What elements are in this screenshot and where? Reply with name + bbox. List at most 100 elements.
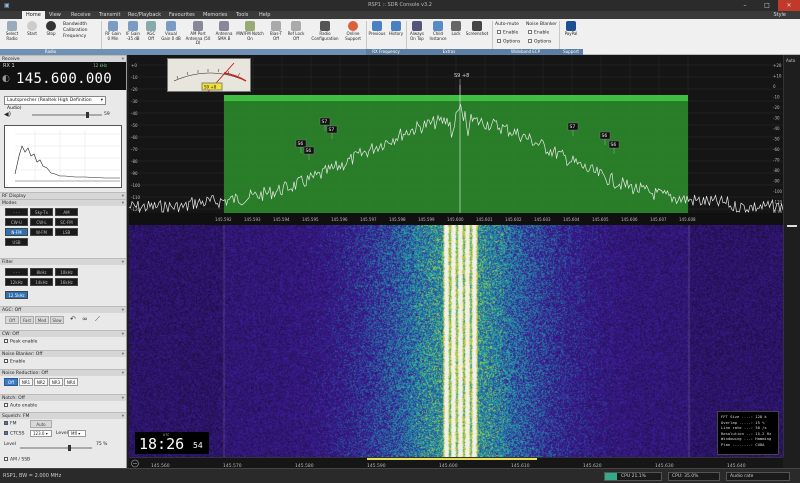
visible-range-indicator[interactable] (367, 458, 537, 460)
mode-n-fm[interactable]: N-FM (5, 228, 28, 236)
auto-mute-enable[interactable]: Enable (497, 30, 518, 36)
modes-header[interactable]: Modes ▾ (0, 199, 126, 206)
ctcss-checkbox[interactable]: CTCSS (4, 431, 24, 437)
lock-button[interactable]: Lock (450, 21, 462, 37)
history-button[interactable]: History (387, 21, 405, 37)
mode-usb[interactable]: USB (5, 238, 28, 246)
squelch-level-handle[interactable] (68, 445, 71, 451)
filter-header[interactable]: Filter ▾ (0, 258, 126, 265)
cw-header[interactable]: CW: Off ▾ (0, 330, 126, 337)
child-instance-button[interactable]: Child Instance (428, 21, 448, 41)
menu-view[interactable]: View (49, 12, 61, 18)
menu-tools[interactable]: Tools (236, 12, 248, 18)
menu-receive[interactable]: Receive (71, 12, 91, 18)
screenshot-button[interactable]: Screenshot (463, 21, 491, 37)
squelch-auto-button[interactable]: Auto (30, 420, 52, 428)
select-radio-button[interactable]: Select Radio (3, 21, 21, 41)
am-port-button[interactable]: AM Port Antenna (50 Ω) (184, 21, 212, 46)
receive-header[interactable]: Receive ▾ (0, 55, 126, 62)
auto-mute-options[interactable]: Options (497, 39, 520, 45)
undo-icon[interactable]: ↶ (70, 315, 76, 323)
stop-button[interactable]: Stop (43, 21, 59, 37)
auto-scale-label[interactable]: Auto (786, 58, 795, 63)
noise-blanker-options[interactable]: Options (528, 39, 551, 45)
mw-fm-notch-button[interactable]: MW/FM Notch On (235, 21, 265, 41)
noise-blanker-header[interactable]: Noise Blanker: Off ▾ (0, 350, 126, 357)
nr3-button[interactable]: NR3 (49, 378, 63, 386)
filter-12-5khz[interactable]: 12.5kHz (5, 291, 28, 299)
mode-w-fm[interactable]: W-FM (30, 228, 53, 236)
mode-lsb[interactable]: LSB (55, 228, 78, 236)
menu-home[interactable]: Home (22, 11, 45, 19)
waterfall-freq-axis[interactable]: 145.560 145.570 145.580 145.590 145.600 145.6… (129, 457, 783, 469)
squelch-fm-checkbox[interactable]: FM (4, 421, 16, 427)
ctcss-level-select[interactable]: Mfl ▾ (68, 430, 86, 437)
agc-slow-button[interactable]: Slow (50, 316, 64, 324)
waterfall-display[interactable]: UTC 18:26 54 FFT Size ....: 128 k Overla… (129, 225, 783, 457)
online-support-button[interactable]: Online Support (342, 21, 364, 41)
agc-fast-button[interactable]: Fast (20, 316, 34, 324)
filter-8khz[interactable]: 8kHz (30, 268, 53, 276)
menu-help[interactable]: Help (259, 12, 270, 18)
amssb-checkbox[interactable]: AM / SSB (4, 457, 30, 463)
nr1-button[interactable]: NR1 (19, 378, 33, 386)
agc-med-button[interactable]: Med (35, 316, 49, 324)
audio-device-select[interactable]: Lautsprecher (Realtek High Definition Au… (4, 96, 106, 111)
filter-14khz[interactable]: 14kHz (30, 278, 53, 286)
tune-knob-icon[interactable]: ◐ (2, 74, 10, 84)
paypal-button[interactable]: PayPal (561, 21, 581, 37)
notch-auto-checkbox[interactable]: Auto enable (4, 403, 37, 409)
mode-cw-l[interactable]: CW-L (30, 218, 53, 226)
link-icon[interactable]: ∞ (82, 315, 88, 323)
waterfall-canvas[interactable] (129, 225, 783, 457)
mode-sky-tx[interactable]: Sky-Tx (30, 208, 53, 216)
agc-header[interactable]: AGC: Off ▾ (0, 306, 126, 313)
split-handle[interactable] (787, 225, 797, 227)
antenna-button[interactable]: Antenna SMA B (214, 21, 234, 41)
always-on-top-button[interactable]: Always On Top (408, 21, 426, 41)
if-gain-button[interactable]: IF Gain -35 dB (124, 21, 142, 41)
frequency-button[interactable]: Frequency (63, 34, 87, 40)
style-menu[interactable]: Style (773, 12, 786, 18)
nb-enable-checkbox[interactable]: Enable (4, 359, 25, 365)
noise-reduction-header[interactable]: Noise Reduction: Off ▾ (0, 369, 126, 376)
nr2-button[interactable]: NR2 (34, 378, 48, 386)
noise-blanker-enable[interactable]: Enable (528, 30, 549, 36)
cw-peak-checkbox[interactable]: Peak enable (4, 339, 37, 345)
volume-slider[interactable] (32, 112, 102, 118)
frequency-display[interactable]: RX 1 12 kHz ◐ 145.600.000 (0, 62, 126, 90)
bias-t-button[interactable]: Bias-T Off (268, 21, 284, 41)
menu-favourites[interactable]: Favourites (169, 12, 195, 18)
previous-button[interactable]: Previous (368, 21, 386, 37)
ref-lock-button[interactable]: Ref Lock Off (286, 21, 306, 41)
radio-config-button[interactable]: Radio Configuration (309, 21, 341, 41)
squelch-level-slider[interactable] (20, 445, 92, 451)
mode-am[interactable]: AM (55, 208, 78, 216)
ctcss-select[interactable]: 123.0 ▾ (30, 430, 52, 437)
mode-cw-u[interactable]: CW-U (5, 218, 28, 226)
mode-more[interactable]: · · · (5, 208, 28, 216)
mode-sc-fm[interactable]: SC-FM (55, 218, 78, 226)
minimize-button[interactable]: – (734, 0, 756, 11)
menu-rec-playback[interactable]: Rec/Playback (128, 12, 161, 18)
spectrum-display[interactable]: +0 -10 -20 -30 -40 -50 -60 -70 -80 -90 -100 -110 -12… (128, 55, 784, 225)
agc-off-button[interactable]: Off (5, 316, 19, 324)
filter-more[interactable]: · · · (5, 268, 28, 276)
graph-icon[interactable]: ⟋ (95, 315, 100, 324)
agc-button[interactable]: AGC Off (144, 21, 158, 41)
nr4-button[interactable]: NR4 (64, 378, 78, 386)
rf-gain-button[interactable]: RF Gain 0 Min (104, 21, 122, 41)
filter-10khz[interactable]: 10kHz (55, 268, 78, 276)
speaker-icon[interactable]: ◀) (4, 111, 11, 118)
maximize-button[interactable]: □ (756, 0, 778, 11)
close-button[interactable]: ✕ (778, 0, 800, 11)
volume-handle[interactable] (86, 112, 90, 118)
rf-display-header[interactable]: RF Display ▾ (0, 192, 126, 199)
nr-off-button[interactable]: Off (4, 378, 18, 386)
start-button[interactable]: Start (24, 21, 40, 37)
filter-12khz[interactable]: 12kHz (5, 278, 28, 286)
notch-header[interactable]: Notch: Off ▾ (0, 394, 126, 401)
menu-memories[interactable]: Memories (203, 12, 227, 18)
menu-transmit[interactable]: Transmit (99, 12, 120, 18)
squelch-header[interactable]: Squelch: FM ▾ (0, 412, 126, 419)
